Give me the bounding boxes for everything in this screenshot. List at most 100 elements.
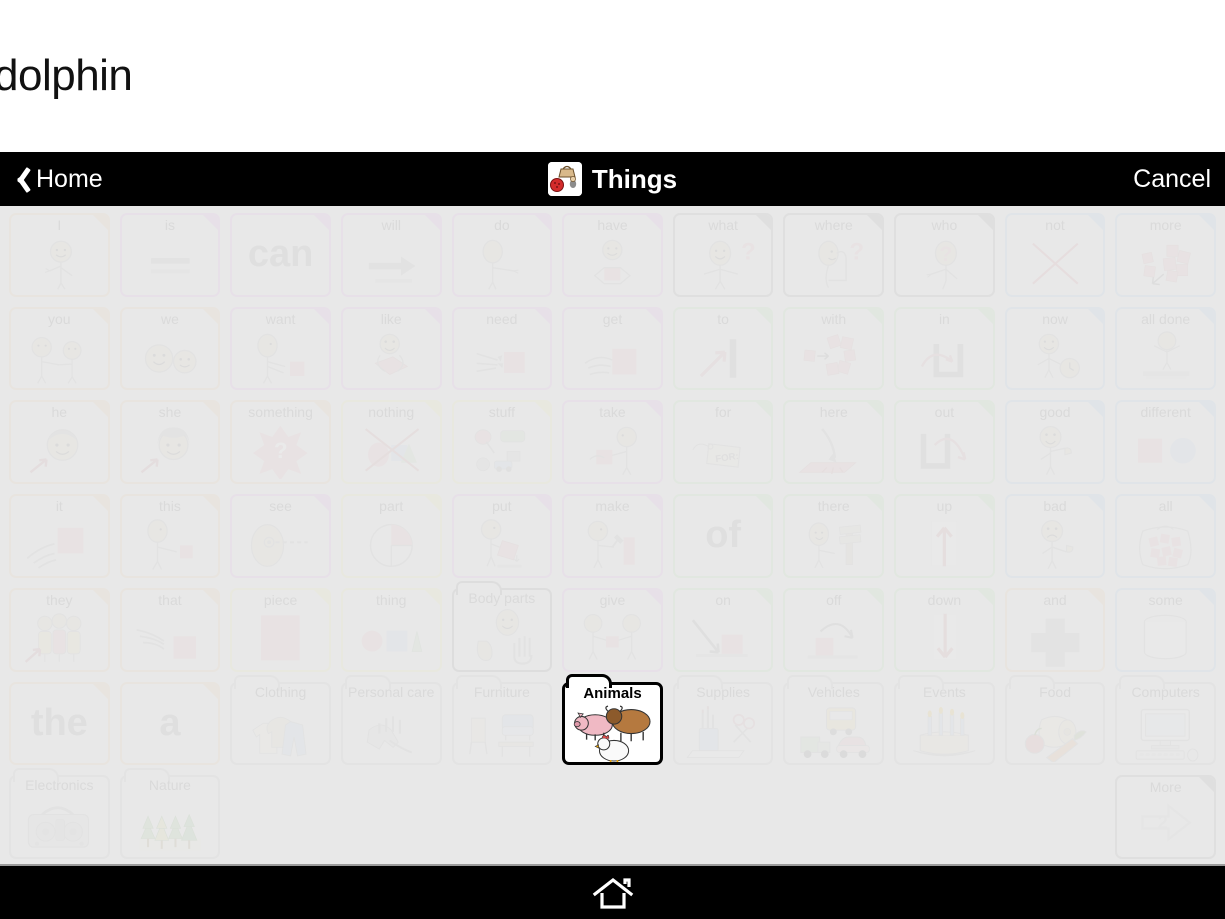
- symbol-cell-we[interactable]: we: [119, 306, 221, 391]
- many-squares-arrow-icon: [1117, 234, 1214, 292]
- grid-slot: Personal care: [336, 674, 447, 771]
- symbol-cell-i[interactable]: I: [9, 213, 110, 297]
- symbol-cell-what[interactable]: what?: [672, 213, 774, 297]
- symbol-cell-where[interactable]: where?: [783, 213, 885, 297]
- folder-cell-nature[interactable]: Nature: [119, 768, 221, 859]
- symbol-label-want: want: [265, 310, 296, 327]
- symbol-cell-want[interactable]: want: [230, 306, 331, 391]
- symbol-cell-now[interactable]: now: [1004, 306, 1106, 391]
- arrow-down-icon: [896, 609, 993, 667]
- symbol-cell-they[interactable]: they: [9, 587, 110, 672]
- symbol-cell-nothing[interactable]: nothing: [340, 400, 442, 485]
- grid-slot: More 2: [1110, 770, 1221, 864]
- folder-cell-animals[interactable]: Animals: [562, 673, 663, 766]
- grid-slot: want: [225, 302, 336, 396]
- symbol-cell-can[interactable]: can: [230, 213, 331, 297]
- symbol-cell-a[interactable]: a: [119, 681, 221, 766]
- grid-slot: that: [115, 583, 226, 677]
- symbol-cell-she[interactable]: she: [119, 400, 221, 485]
- symbol-cell-out[interactable]: out: [894, 400, 995, 485]
- folder-cell-clothing[interactable]: Clothing: [230, 674, 331, 766]
- folder-cell-supplies[interactable]: Supplies: [672, 674, 774, 766]
- symbol-cell-thing[interactable]: thing: [340, 587, 442, 672]
- symbol-cell-more[interactable]: more: [1115, 213, 1216, 297]
- symbol-cell-he[interactable]: he: [9, 400, 110, 485]
- grid-slot: [225, 770, 336, 864]
- back-home-button[interactable]: Home: [6, 152, 111, 206]
- symbol-cell-the[interactable]: the: [9, 681, 110, 766]
- symbol-cell-there[interactable]: there: [783, 494, 885, 578]
- grid-slot: there: [778, 489, 889, 583]
- symbol-cell-to[interactable]: to: [672, 306, 774, 391]
- cancel-button[interactable]: Cancel: [1129, 152, 1215, 206]
- symbol-cell-some[interactable]: some: [1115, 587, 1216, 672]
- symbol-label-on: on: [715, 591, 731, 608]
- two-people-pointing-icon: [11, 328, 108, 386]
- bag-of-squares-icon: [1117, 515, 1214, 573]
- symbol-cell-make[interactable]: make: [562, 494, 663, 578]
- folder-cell-furniture[interactable]: Furniture: [451, 674, 553, 766]
- symbol-cell-all[interactable]: all: [1115, 494, 1216, 578]
- symbol-label-what: what: [708, 217, 738, 233]
- symbol-cell-give[interactable]: give: [562, 587, 663, 672]
- utterance-bar[interactable]: dolphin: [0, 0, 1225, 152]
- symbol-label-down: down: [927, 591, 962, 608]
- symbol-cell-get[interactable]: get: [562, 306, 663, 391]
- symbol-cell-off[interactable]: off: [783, 587, 885, 672]
- symbol-cell-will[interactable]: will: [340, 213, 442, 297]
- symbol-cell-not[interactable]: not: [1004, 213, 1106, 297]
- symbol-cell-it[interactable]: it: [9, 494, 110, 578]
- symbol-cell-this[interactable]: this: [119, 494, 221, 578]
- symbol-cell-more[interactable]: More 2: [1115, 775, 1216, 859]
- svg-text:?: ?: [741, 239, 756, 266]
- symbol-cell-bad[interactable]: bad: [1004, 494, 1106, 578]
- home-icon[interactable]: [591, 876, 635, 910]
- folder-cell-computers[interactable]: Computers: [1115, 674, 1216, 766]
- symbol-cell-put[interactable]: put: [451, 494, 553, 578]
- symbol-cell-take[interactable]: take: [562, 400, 663, 485]
- person-reaching-icon: [454, 234, 551, 292]
- symbol-cell-good[interactable]: good: [1004, 400, 1106, 485]
- symbol-label-see: see: [269, 498, 292, 515]
- assorted-objects-icon: [454, 421, 551, 479]
- symbol-cell-all-done[interactable]: all done: [1115, 306, 1216, 391]
- symbol-cell-need[interactable]: need: [451, 306, 553, 391]
- symbol-cell-that[interactable]: that: [119, 587, 221, 672]
- folder-cell-events[interactable]: Events: [894, 674, 995, 766]
- symbol-cell-in[interactable]: in: [894, 306, 995, 391]
- symbol-cell-with[interactable]: with: [783, 306, 885, 391]
- symbol-label-who: who: [931, 217, 958, 233]
- symbol-label-there: there: [817, 498, 850, 515]
- symbol-cell-see[interactable]: see: [230, 494, 331, 578]
- symbol-cell-here[interactable]: here: [783, 400, 885, 485]
- folder-cell-electronics[interactable]: Electronics: [9, 768, 110, 859]
- symbol-cell-you[interactable]: you: [9, 306, 110, 391]
- symbol-cell-piece[interactable]: piece: [230, 587, 331, 672]
- navigation-bar: Home Things Cancel: [0, 152, 1225, 206]
- symbol-cell-have[interactable]: have: [562, 213, 663, 297]
- symbol-cell-do[interactable]: do: [451, 213, 553, 297]
- symbol-cell-something[interactable]: something?: [230, 400, 331, 485]
- symbol-cell-on[interactable]: on: [672, 587, 774, 672]
- grid-slot: stuff: [447, 395, 558, 489]
- folder-cell-body-parts[interactable]: Body parts: [451, 580, 553, 672]
- symbol-cell-up[interactable]: up: [894, 494, 995, 578]
- symbol-cell-of[interactable]: of: [672, 494, 774, 578]
- symbol-cell-stuff[interactable]: stuff: [451, 400, 553, 485]
- grid-slot: now: [1000, 302, 1111, 396]
- symbol-label-something: something: [248, 404, 313, 421]
- symbol-label-is: is: [164, 217, 175, 233]
- symbol-cell-part[interactable]: part: [340, 494, 442, 578]
- folder-cell-food[interactable]: Food: [1004, 674, 1106, 766]
- female-face-arrow-icon: [122, 421, 219, 479]
- folder-cell-personal-care[interactable]: Personal care: [340, 674, 442, 766]
- symbol-cell-is[interactable]: is: [119, 213, 221, 297]
- symbol-cell-down[interactable]: down: [894, 587, 995, 672]
- symbol-cell-different[interactable]: different: [1115, 400, 1216, 485]
- sofa-chair-table-icon: [452, 701, 553, 763]
- symbol-cell-who[interactable]: who?: [894, 213, 995, 297]
- symbol-cell-for[interactable]: for FOR:: [672, 400, 774, 485]
- symbol-cell-like[interactable]: like: [340, 306, 442, 391]
- folder-cell-vehicles[interactable]: Vehicles: [783, 674, 885, 766]
- symbol-cell-and[interactable]: and: [1004, 587, 1106, 672]
